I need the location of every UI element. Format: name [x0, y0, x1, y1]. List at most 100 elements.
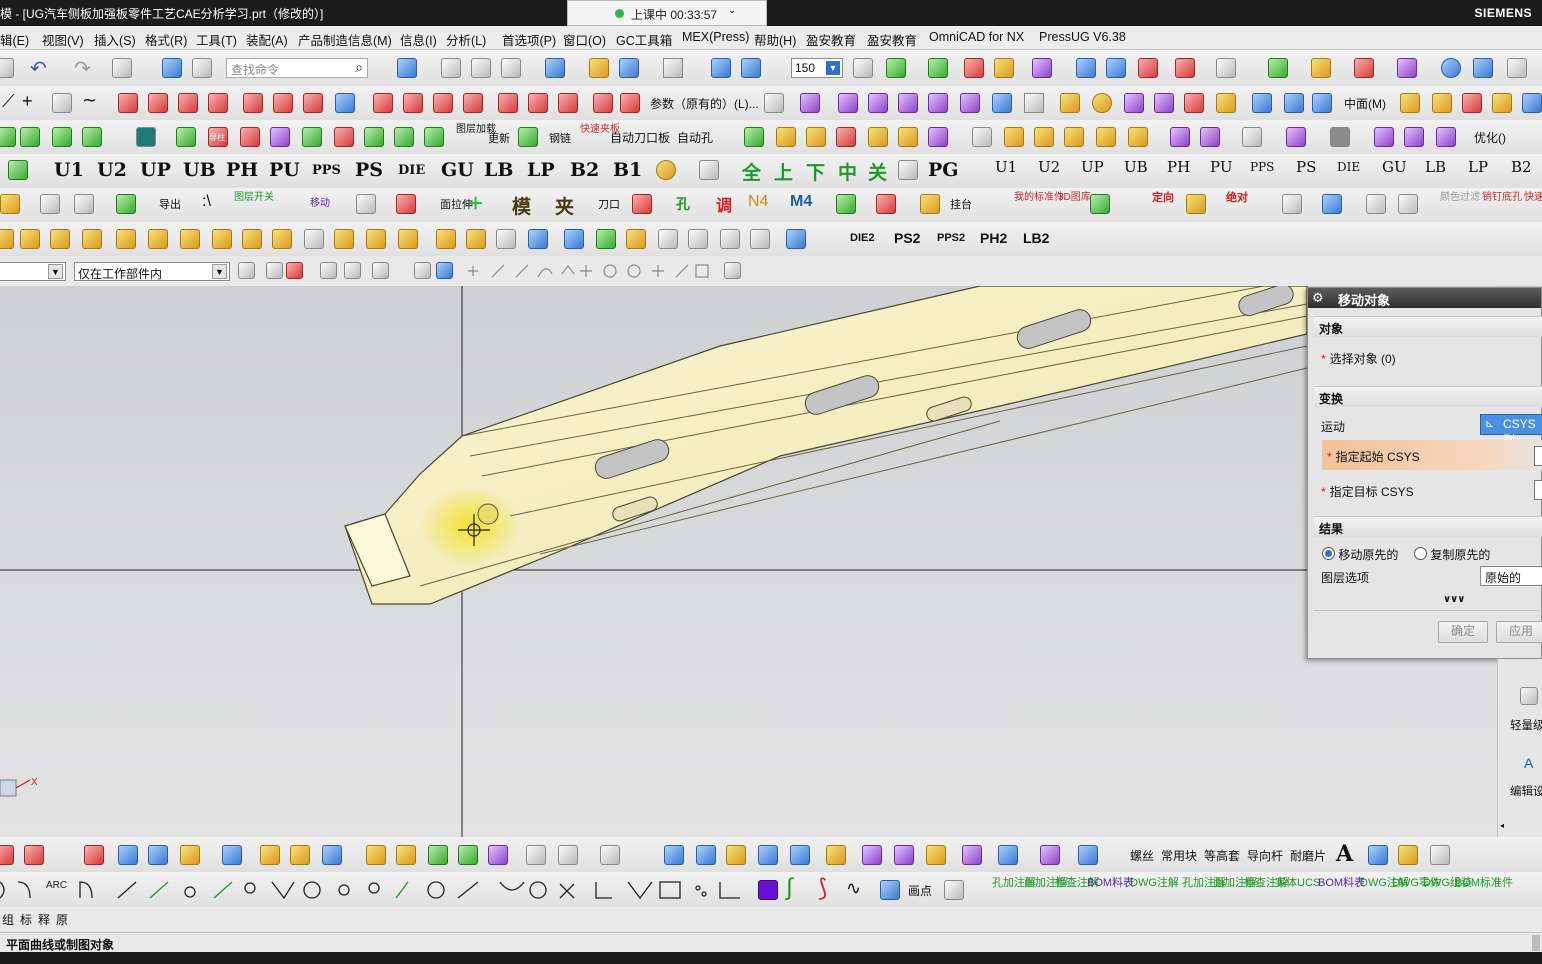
fillet-curve-icon[interactable] [433, 93, 453, 113]
move-lb[interactable]: LB [1425, 158, 1446, 176]
hanging-label[interactable]: 挂台 [950, 196, 972, 212]
plate-ub[interactable]: UB [183, 159, 216, 181]
radio-move-original[interactable]: 移动原先的 [1322, 546, 1398, 563]
ok-button[interactable]: 确定 [1438, 621, 1488, 643]
stack-20-icon[interactable] [926, 845, 946, 865]
block-3-icon[interactable] [50, 229, 70, 249]
stack-14-icon[interactable] [726, 845, 746, 865]
feet-icon[interactable] [396, 194, 416, 214]
type-filter-select[interactable]: ▼ [0, 262, 66, 281]
move-lp[interactable]: LP [1468, 158, 1488, 176]
die-tool-2-icon[interactable] [20, 127, 40, 147]
quick-clamp-label[interactable]: 快速夹板 [580, 124, 620, 135]
block-13-icon[interactable] [366, 229, 386, 249]
menu-pressug[interactable]: PressUG V6.38 [1039, 30, 1126, 44]
block-26-icon[interactable] [786, 229, 806, 249]
stack-10-icon[interactable] [558, 845, 578, 865]
check-annotation-label-2[interactable]: 检查注解 [1244, 877, 1288, 889]
side-scroll-left-icon[interactable]: ◂ [1500, 821, 1504, 830]
plate-ph[interactable]: PH [226, 159, 258, 181]
hole-annotation-label-2[interactable]: 孔加注解 [1182, 877, 1226, 889]
tool-icon[interactable] [74, 194, 94, 214]
plate-lp[interactable]: LP [527, 159, 555, 181]
save-icon[interactable] [0, 58, 14, 78]
draw-point-label[interactable]: 画点 [908, 882, 932, 899]
selection-settings-icon[interactable] [238, 262, 255, 279]
menu-help[interactable]: 帮助(H) [754, 30, 796, 49]
toggle-all[interactable]: 全 [742, 158, 761, 185]
select-object-row[interactable]: * 选择对象 (0) [1321, 350, 1396, 367]
snap-points-toolbar[interactable] [464, 262, 714, 280]
radio-unselected-icon[interactable] [1414, 547, 1427, 560]
graphics-viewport[interactable]: X [0, 286, 1497, 837]
material-icon[interactable] [1354, 58, 1374, 78]
die-tool-4-icon[interactable] [82, 127, 102, 147]
scope-select[interactable]: 仅在工作部件内 ▼ [74, 262, 230, 281]
part-m-icon[interactable] [1170, 127, 1190, 147]
menu-edit[interactable]: 辑(E) [0, 30, 29, 49]
update-label[interactable]: 更新 [488, 130, 510, 146]
part-q-icon[interactable] [1330, 127, 1350, 147]
section-transform[interactable]: 变换 [1314, 386, 1542, 407]
lb2-button[interactable]: LB2 [1023, 230, 1049, 246]
ph2-button[interactable]: PH2 [980, 230, 1007, 246]
add-icon[interactable]: + [468, 188, 483, 219]
plate-b2[interactable]: B2 [570, 159, 599, 181]
temp-icon[interactable] [699, 160, 719, 180]
section-result[interactable]: 结果 [1314, 516, 1542, 537]
outline-icon[interactable] [944, 880, 964, 900]
menu-tools[interactable]: 工具(T) [196, 30, 237, 49]
stretch-curve-icon[interactable] [498, 93, 518, 113]
dropdown-icon[interactable]: ▼ [48, 264, 63, 279]
block-23-icon[interactable] [688, 229, 708, 249]
redo-icon[interactable]: ↷ [74, 56, 91, 81]
plate-u2[interactable]: U2 [97, 159, 127, 181]
block-17-icon[interactable] [496, 229, 516, 249]
part-n-icon[interactable] [1200, 127, 1220, 147]
delete-face-icon[interactable] [1184, 93, 1204, 113]
plate-lb[interactable]: LB [484, 159, 513, 181]
target-csys-dialog-icon[interactable] [1534, 480, 1542, 500]
brush-icon[interactable] [1282, 194, 1302, 214]
release-label[interactable]: 释 [38, 911, 50, 928]
move-pps[interactable]: PPS [1250, 160, 1274, 174]
block-24-icon[interactable] [720, 229, 740, 249]
part-model[interactable]: X [0, 286, 1497, 837]
stack-24-icon[interactable] [1078, 845, 1098, 865]
sketch-tools-2[interactable] [494, 878, 764, 902]
part-j-icon[interactable] [1064, 127, 1084, 147]
block-18-icon[interactable] [528, 229, 548, 249]
layer-icon[interactable] [1462, 93, 1482, 113]
menu-gc-toolbox[interactable]: GC工具箱 [616, 30, 672, 49]
view-1-icon[interactable] [118, 845, 138, 865]
thicken-icon[interactable] [1252, 93, 1272, 113]
stack-13-icon[interactable] [696, 845, 716, 865]
sky-icon[interactable] [1473, 58, 1493, 78]
stack-16-icon[interactable] [790, 845, 810, 865]
grid-snap-icon[interactable] [1175, 58, 1195, 78]
toggle-close[interactable]: 关 [868, 158, 887, 185]
dwg-annotation-label-2[interactable]: DWG注解 [1360, 877, 1409, 889]
background-icon[interactable] [663, 58, 683, 78]
layer-switch-label[interactable]: 图层开关 [234, 192, 274, 203]
block-12-icon[interactable] [334, 229, 354, 249]
wear-plate-icon[interactable] [240, 127, 260, 147]
part-o-icon[interactable] [1242, 127, 1262, 147]
color-filter-label[interactable]: 颜色过滤 [1440, 192, 1480, 203]
circle-point-icon[interactable] [52, 93, 72, 113]
dwg-annotation-label[interactable]: DWG注解 [1130, 877, 1179, 889]
part-t-icon[interactable] [1436, 127, 1456, 147]
bom-standard-label[interactable]: BOM标准件 [1455, 877, 1513, 889]
sketch-tools[interactable]: ARC [0, 878, 486, 902]
menu-omnicad[interactable]: OmniCAD for NX [929, 30, 1024, 44]
toggle-upper[interactable]: 上 [774, 158, 793, 185]
menu-pmi[interactable]: 产品制造信息(M) [298, 30, 392, 49]
side-item-edit[interactable]: 编辑设 [1510, 783, 1542, 799]
guide-post-icon[interactable]: 导柱 [208, 127, 228, 147]
n4-label[interactable]: N4 [748, 193, 768, 211]
color-square-icon[interactable] [758, 880, 778, 900]
cube-yellow-icon[interactable] [1186, 194, 1206, 214]
toggle-lower[interactable]: 下 [806, 158, 825, 185]
select-filter-icon[interactable] [266, 262, 283, 279]
move-ps[interactable]: PS [1296, 158, 1316, 176]
